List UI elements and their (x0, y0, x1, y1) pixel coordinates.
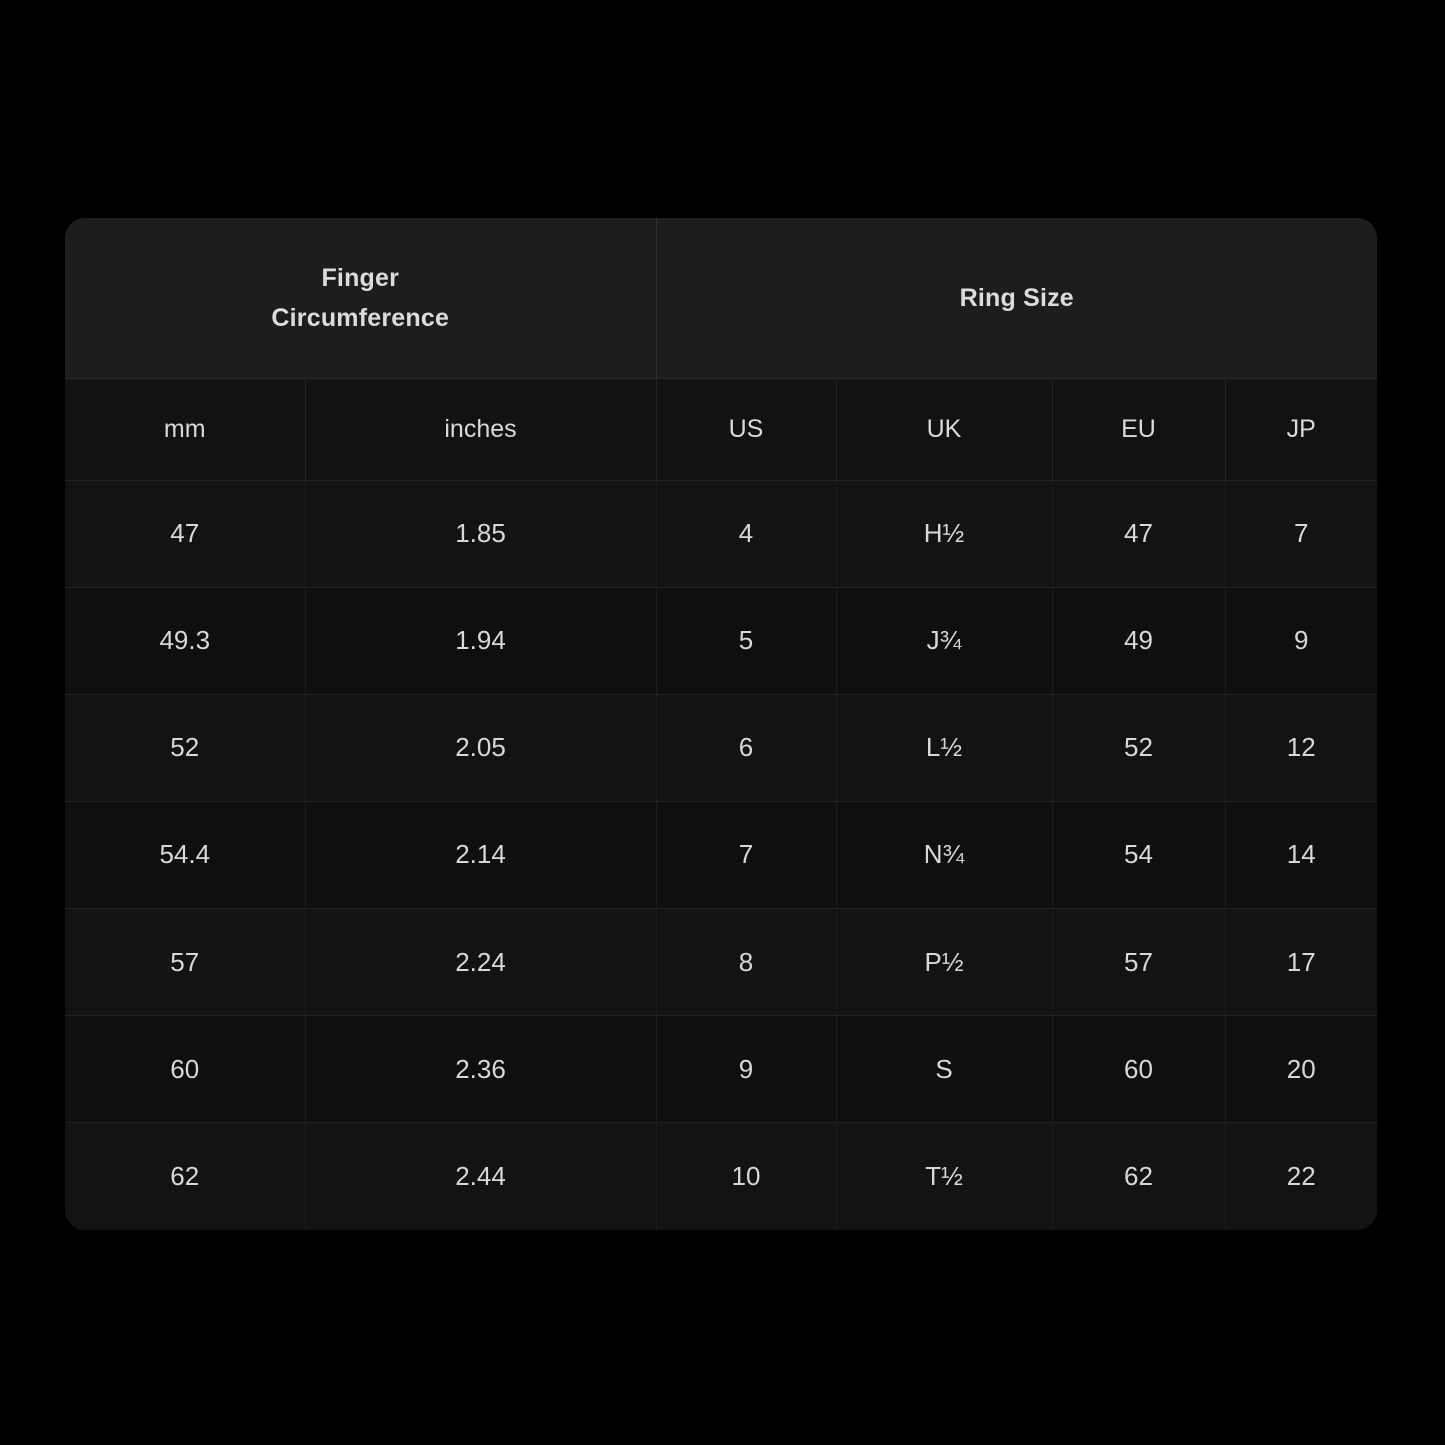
cell-us: 4 (656, 479, 837, 588)
column-header-row: mm inches US UK EU JP (65, 377, 1377, 480)
column-header-uk: UK (836, 377, 1053, 480)
cell-eu: 47 (1052, 479, 1226, 588)
cell-jp: 17 (1225, 908, 1377, 1016)
cell-inches: 2.24 (305, 908, 657, 1016)
cell-inches: 1.94 (305, 586, 657, 695)
cell-inches: 2.14 (305, 800, 657, 909)
cell-uk: S (836, 1015, 1053, 1123)
cell-eu: 54 (1052, 800, 1226, 909)
table-row: 57 2.24 8 P½ 57 17 (65, 908, 1377, 1016)
group-header-ring-size: Ring Size (656, 218, 1377, 378)
cell-us: 9 (656, 1015, 837, 1123)
cell-us: 10 (656, 1122, 837, 1230)
cell-mm: 47 (65, 479, 306, 588)
column-header-inches: inches (305, 377, 657, 480)
cell-mm: 60 (65, 1015, 306, 1123)
cell-uk: P½ (836, 908, 1053, 1016)
cell-eu: 49 (1052, 586, 1226, 695)
cell-jp: 7 (1225, 479, 1377, 588)
column-header-us: US (656, 377, 837, 480)
ring-size-chart-card: Finger Circumference Ring Size mm inches… (65, 218, 1377, 1230)
table-row: 54.4 2.14 7 N¾ 54 14 (65, 800, 1377, 909)
table-row: 62 2.44 10 T½ 62 22 (65, 1122, 1377, 1230)
cell-eu: 57 (1052, 908, 1226, 1016)
cell-uk: T½ (836, 1122, 1053, 1230)
cell-uk: H½ (836, 479, 1053, 588)
cell-uk: N¾ (836, 800, 1053, 909)
group-header-finger-line-2: Circumference (271, 303, 450, 332)
cell-uk: J¾ (836, 586, 1053, 695)
cell-us: 7 (656, 800, 837, 909)
cell-jp: 22 (1225, 1122, 1377, 1230)
cell-mm: 52 (65, 693, 306, 802)
group-header-finger-line-1: Finger (321, 263, 400, 292)
cell-inches: 1.85 (305, 479, 657, 588)
cell-jp: 14 (1225, 800, 1377, 909)
column-header-jp: JP (1225, 377, 1377, 480)
table-body: 47 1.85 4 H½ 47 7 49.3 1.94 5 J¾ 49 9 52 (65, 479, 1377, 1230)
cell-us: 5 (656, 586, 837, 695)
cell-eu: 60 (1052, 1015, 1226, 1123)
table-row: 47 1.85 4 H½ 47 7 (65, 479, 1377, 588)
cell-jp: 12 (1225, 693, 1377, 802)
ring-size-table: Finger Circumference Ring Size mm inches… (65, 218, 1377, 1230)
cell-jp: 20 (1225, 1015, 1377, 1123)
group-header-finger-circumference: Finger Circumference (65, 218, 657, 378)
cell-inches: 2.05 (305, 693, 657, 802)
cell-mm: 57 (65, 908, 306, 1016)
cell-mm: 54.4 (65, 800, 306, 909)
cell-eu: 52 (1052, 693, 1226, 802)
group-header-row: Finger Circumference Ring Size (65, 218, 1377, 378)
table-row: 52 2.05 6 L½ 52 12 (65, 693, 1377, 802)
cell-uk: L½ (836, 693, 1053, 802)
cell-us: 6 (656, 693, 837, 802)
table-row: 49.3 1.94 5 J¾ 49 9 (65, 586, 1377, 695)
table-head: Finger Circumference Ring Size mm inches… (65, 218, 1377, 480)
cell-mm: 49.3 (65, 586, 306, 695)
cell-jp: 9 (1225, 586, 1377, 695)
cell-eu: 62 (1052, 1122, 1226, 1230)
column-header-eu: EU (1052, 377, 1226, 480)
cell-mm: 62 (65, 1122, 306, 1230)
page-root: Finger Circumference Ring Size mm inches… (0, 0, 1445, 1445)
cell-inches: 2.44 (305, 1122, 657, 1230)
cell-us: 8 (656, 908, 837, 1016)
column-header-mm: mm (65, 377, 306, 480)
table-row: 60 2.36 9 S 60 20 (65, 1015, 1377, 1123)
group-header-ring-size-line-1: Ring Size (959, 283, 1074, 312)
cell-inches: 2.36 (305, 1015, 657, 1123)
